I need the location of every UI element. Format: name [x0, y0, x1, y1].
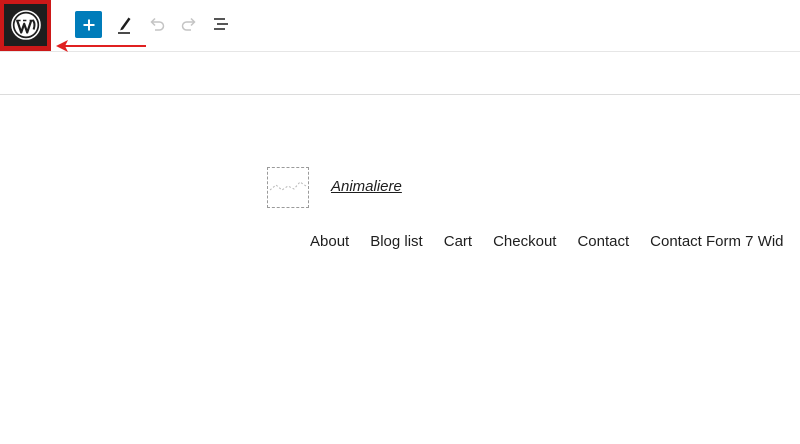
tools-button[interactable]: [112, 12, 136, 36]
nav-item-about[interactable]: About: [310, 233, 349, 250]
editor-canvas: Animaliere About Blog list Cart Checkout Con…: [0, 95, 800, 444]
nav-item-blog-list[interactable]: Blog list: [370, 233, 423, 250]
editor-toolbar: [0, 0, 800, 52]
site-logo-placeholder[interactable]: [267, 167, 309, 208]
wordpress-logo-icon: [4, 4, 47, 46]
site-title-link[interactable]: Animaliere: [331, 178, 402, 195]
undo-icon: [150, 17, 165, 31]
plus-icon: [83, 19, 94, 30]
redo-button[interactable]: [177, 12, 201, 36]
nav-item-checkout[interactable]: Checkout: [493, 233, 556, 250]
pencil-icon: [118, 17, 131, 34]
editor-sub-header: [0, 52, 800, 95]
redo-icon: [181, 17, 196, 31]
wordpress-menu-button[interactable]: [0, 0, 51, 51]
nav-item-contact[interactable]: Contact: [577, 233, 629, 250]
nav-item-contact-form[interactable]: Contact Form 7 Wid: [650, 233, 783, 250]
image-placeholder-icon: [269, 181, 307, 191]
add-block-button[interactable]: [75, 11, 102, 38]
undo-button[interactable]: [145, 12, 169, 36]
list-view-button[interactable]: [209, 12, 233, 36]
list-view-icon: [214, 18, 228, 30]
nav-item-cart[interactable]: Cart: [444, 233, 472, 250]
navigation-menu: About Blog list Cart Checkout Contact Contact…: [310, 233, 800, 250]
